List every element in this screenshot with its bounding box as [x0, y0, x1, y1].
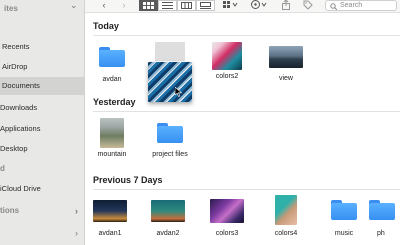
share-icon	[282, 0, 290, 10]
share-button[interactable]	[281, 0, 291, 11]
back-button[interactable]: ‹	[99, 0, 109, 11]
image-thumbnail	[210, 199, 244, 223]
cursor-arrow-icon	[175, 87, 183, 97]
sidebar-collapsed-section[interactable]: ›	[0, 224, 84, 242]
column-view-icon	[181, 2, 192, 9]
image-thumbnail	[275, 195, 297, 225]
sidebar-item-icloud-drive[interactable]: iCloud Drive	[0, 180, 41, 198]
sidebar-item-documents[interactable]: Documents	[0, 77, 84, 95]
file-item-colors3[interactable]: colors3	[197, 199, 257, 237]
sidebar-chevron-top[interactable]: ⌄	[70, 0, 78, 11]
section-title-previous-7-days: Previous 7 Days	[93, 175, 163, 185]
sidebar-item-downloads[interactable]: Downloads	[0, 99, 37, 117]
list-view-icon	[162, 2, 173, 9]
forward-button[interactable]: ›	[119, 0, 129, 11]
file-item-mountain[interactable]: mountain	[82, 118, 142, 158]
sidebar-item-applications[interactable]: Applications	[0, 120, 40, 138]
gallery-view-icon	[200, 2, 211, 9]
sidebar-item-label: Documents	[2, 81, 40, 90]
file-item-avdan1[interactable]: avdan1	[80, 200, 140, 237]
sidebar-item-airdrop[interactable]: AirDrop	[2, 58, 27, 76]
sidebar-header-locations[interactable]: tions ›	[0, 202, 84, 220]
dragged-image-thumbnail[interactable]	[148, 62, 192, 102]
action-button[interactable]	[249, 0, 271, 11]
sidebar-header-favorites: ites	[4, 4, 18, 13]
chevron-down-icon: ⌄	[70, 0, 78, 10]
list-view-button[interactable]	[158, 0, 177, 11]
tag-icon	[303, 0, 313, 10]
file-item-colors4[interactable]: colors4	[256, 195, 316, 237]
file-label: avdan1	[98, 230, 122, 237]
file-item-view[interactable]: view	[256, 46, 316, 82]
image-thumbnail	[269, 46, 303, 68]
folder-icon	[331, 200, 357, 220]
section-title-yesterday: Yesterday	[93, 97, 136, 107]
file-item-avdan[interactable]: avdan	[82, 46, 142, 83]
file-label: colors2	[215, 73, 239, 80]
file-label: mountain	[97, 151, 127, 158]
grid-view-button[interactable]	[139, 0, 158, 11]
search-input[interactable]: Search	[325, 0, 397, 11]
file-label: avdan2	[156, 230, 180, 237]
sidebar-item-recents[interactable]: Recents	[2, 38, 30, 56]
file-label: colors4	[274, 230, 298, 237]
group-icon	[223, 1, 238, 8]
search-placeholder: Search	[340, 2, 363, 9]
column-view-button[interactable]	[177, 0, 196, 11]
view-switcher	[139, 0, 215, 11]
section-divider	[93, 35, 400, 36]
grid-view-icon	[143, 2, 154, 9]
sidebar-header-label: tions	[0, 206, 20, 215]
section-title-today: Today	[93, 21, 119, 31]
file-item-avdan2[interactable]: avdan2	[138, 200, 198, 237]
forward-icon: ›	[122, 0, 126, 10]
file-label: view	[278, 75, 293, 82]
folder-icon	[369, 200, 395, 220]
back-icon: ‹	[102, 0, 106, 10]
sidebar-item-desktop[interactable]: Desktop	[0, 140, 28, 158]
file-item-music[interactable]: music	[314, 200, 374, 237]
chevron-right-icon: ›	[75, 206, 78, 216]
file-item-ph[interactable]: ph	[369, 200, 400, 237]
file-label: avdan	[102, 76, 122, 83]
section-divider	[93, 189, 400, 190]
gallery-view-button[interactable]	[196, 0, 215, 11]
tag-button[interactable]	[303, 0, 313, 11]
group-button[interactable]	[221, 0, 241, 11]
file-item-colors2[interactable]: colors2	[197, 42, 257, 80]
image-thumbnail	[212, 42, 242, 70]
search-icon	[330, 3, 337, 10]
image-thumbnail	[93, 200, 127, 222]
sidebar-header-icloud: d	[0, 164, 5, 173]
toolbar: ‹ › Search	[85, 0, 400, 13]
action-icon	[251, 0, 267, 9]
file-label: colors3	[215, 230, 239, 237]
folder-icon	[99, 47, 125, 67]
file-label: ph	[377, 230, 385, 237]
file-label: project files	[152, 151, 188, 158]
file-browser: Today avdan colors2 view Yesterday mount…	[86, 13, 400, 245]
sidebar: ites Recents AirDrop Documents Downloads…	[0, 0, 85, 245]
drag-placeholder	[155, 42, 185, 61]
file-label: music	[334, 230, 354, 237]
chevron-right-icon: ›	[75, 228, 78, 238]
image-thumbnail	[151, 200, 185, 222]
file-item-project-files[interactable]: project files	[140, 123, 200, 158]
folder-icon	[157, 123, 183, 143]
section-divider	[93, 111, 400, 112]
image-thumbnail	[100, 118, 124, 148]
